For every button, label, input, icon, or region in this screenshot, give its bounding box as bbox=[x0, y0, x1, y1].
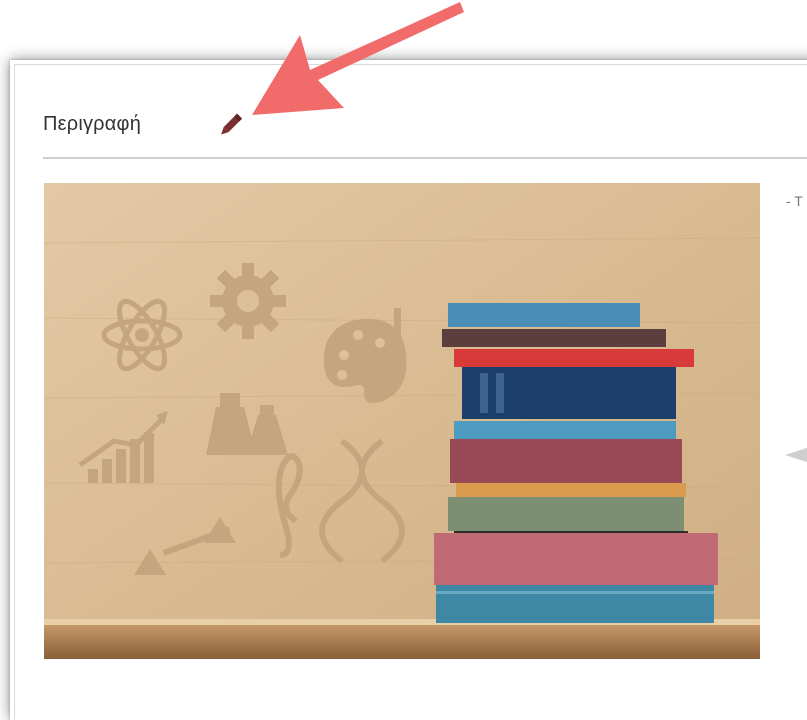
description-card: Περιγραφή - T bbox=[10, 60, 807, 720]
books-illustration bbox=[44, 183, 760, 659]
description-text: - T bbox=[786, 193, 803, 209]
header-divider bbox=[43, 157, 807, 159]
pointer-arrow bbox=[252, 2, 464, 115]
book-stack bbox=[434, 303, 718, 623]
card-body: Περιγραφή - T bbox=[14, 64, 807, 720]
description-image bbox=[44, 183, 760, 659]
gear-icon bbox=[210, 263, 286, 339]
side-arrow-icon bbox=[785, 447, 807, 463]
section-title: Περιγραφή bbox=[43, 113, 142, 135]
